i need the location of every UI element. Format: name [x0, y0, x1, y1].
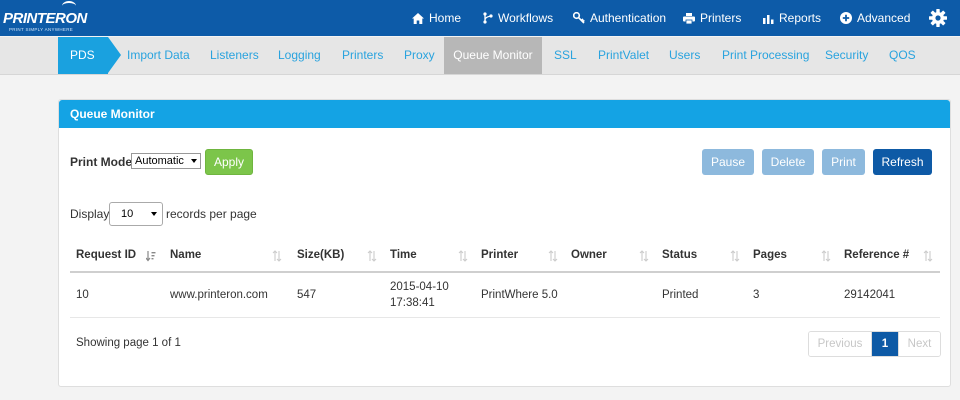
display-label: Display	[70, 207, 110, 221]
nav-home[interactable]: Home	[412, 0, 461, 36]
apply-button[interactable]: Apply	[205, 149, 253, 175]
sort-icon[interactable]	[272, 250, 282, 262]
sort-icon[interactable]	[821, 250, 831, 262]
pagination-info: Showing page 1 of 1	[76, 337, 181, 349]
col-header-reference[interactable]: Reference #	[844, 249, 909, 267]
brand-name: PRINTERON	[3, 10, 87, 27]
col-header-pages[interactable]: Pages	[753, 249, 787, 267]
print-button[interactable]: Print	[822, 149, 865, 175]
refresh-button[interactable]: Refresh	[873, 149, 932, 175]
col-header-owner[interactable]: Owner	[571, 249, 607, 267]
key-icon	[573, 12, 585, 24]
tab-import-data[interactable]: Import Data	[127, 37, 190, 74]
cell-size: 547	[297, 289, 317, 301]
chevron-down-icon	[191, 159, 197, 163]
col-header-time[interactable]: Time	[390, 249, 417, 267]
nav-authentication[interactable]: Authentication	[573, 0, 666, 36]
tab-users[interactable]: Users	[669, 37, 700, 74]
tab-proxy[interactable]: Proxy	[404, 37, 435, 74]
panel-title: Queue Monitor	[59, 100, 950, 128]
pagination: Previous 1 Next	[808, 331, 941, 357]
chevron-down-icon	[151, 212, 157, 216]
cell-status: Printed	[662, 289, 699, 301]
pagination-previous[interactable]: Previous	[809, 332, 872, 356]
records-per-page-label: records per page	[166, 207, 257, 221]
tab-print-processing[interactable]: Print Processing	[722, 37, 809, 74]
tab-pds[interactable]: PDS	[58, 37, 108, 74]
sort-icon[interactable]	[923, 250, 933, 262]
sort-icon[interactable]	[639, 250, 649, 262]
tab-queue-monitor[interactable]: Queue Monitor	[444, 37, 542, 74]
printer-icon	[683, 12, 695, 24]
nav-advanced-label: Advanced	[857, 11, 911, 25]
tab-pds-arrow	[108, 37, 121, 73]
brand-tagline: PRINT SIMPLY ANYWHERE	[9, 27, 74, 32]
plus-circle-icon	[840, 12, 852, 24]
col-header-name[interactable]: Name	[170, 249, 201, 267]
settings-tab-bar: PDS Import Data Listeners Logging Printe…	[0, 37, 960, 75]
tab-logging[interactable]: Logging	[278, 37, 321, 74]
sort-icon[interactable]	[458, 250, 468, 262]
pagination-page-1[interactable]: 1	[872, 332, 898, 356]
tab-security[interactable]: Security	[825, 37, 868, 74]
gear-icon[interactable]	[928, 8, 948, 28]
nav-reports[interactable]: Reports	[763, 0, 821, 36]
row-divider	[70, 317, 940, 318]
tab-ssl[interactable]: SSL	[554, 37, 577, 74]
col-header-status[interactable]: Status	[662, 249, 697, 267]
cell-name: www.printeron.com	[170, 289, 268, 301]
home-icon	[412, 12, 424, 24]
print-mode-label: Print Mode	[70, 155, 132, 169]
cell-reference: 29142041	[844, 289, 896, 301]
pagination-next[interactable]: Next	[898, 332, 940, 356]
print-mode-select[interactable]: Automatic	[131, 153, 201, 169]
nav-reports-label: Reports	[779, 11, 822, 25]
nav-workflows-label: Workflows	[498, 11, 554, 25]
col-header-request-id[interactable]: Request ID	[76, 249, 136, 267]
sort-icon[interactable]	[548, 250, 558, 262]
nav-printers-label: Printers	[700, 11, 742, 25]
col-header-printer[interactable]: Printer	[481, 249, 518, 267]
delete-button[interactable]: Delete	[762, 149, 814, 175]
cell-printer: PrintWhere 5.0	[481, 289, 558, 301]
top-navbar: PRINTERON PRINT SIMPLY ANYWHERE Home Wor…	[0, 0, 960, 36]
sort-ascending-icon[interactable]	[146, 250, 156, 262]
tab-printers[interactable]: Printers	[342, 37, 383, 74]
nav-authentication-label: Authentication	[590, 11, 667, 25]
tab-listeners[interactable]: Listeners	[210, 37, 259, 74]
sort-icon[interactable]	[367, 250, 377, 262]
cell-pages: 3	[753, 289, 760, 301]
records-per-page-value: 10	[121, 208, 134, 220]
table-header-divider	[70, 271, 940, 273]
tab-qos[interactable]: QOS	[889, 37, 916, 74]
cell-time-date: 2015-04-10	[390, 281, 449, 293]
cell-request-id: 10	[76, 289, 89, 301]
cell-time-clock: 17:38:41	[390, 297, 435, 309]
nav-advanced[interactable]: Advanced	[840, 0, 910, 36]
sort-icon[interactable]	[730, 250, 740, 262]
print-mode-value: Automatic	[135, 155, 184, 167]
records-per-page-select[interactable]: 10	[109, 202, 163, 226]
pause-button[interactable]: Pause	[702, 149, 754, 175]
nav-printers[interactable]: Printers	[683, 0, 741, 36]
nav-home-label: Home	[429, 11, 462, 25]
workflow-icon	[483, 12, 493, 24]
bar-chart-icon	[763, 14, 774, 24]
brand-logo[interactable]: PRINTERON PRINT SIMPLY ANYWHERE	[2, 0, 88, 36]
col-header-size[interactable]: Size(KB)	[297, 249, 344, 267]
nav-workflows[interactable]: Workflows	[483, 0, 553, 36]
tab-printvalet[interactable]: PrintValet	[598, 37, 649, 74]
